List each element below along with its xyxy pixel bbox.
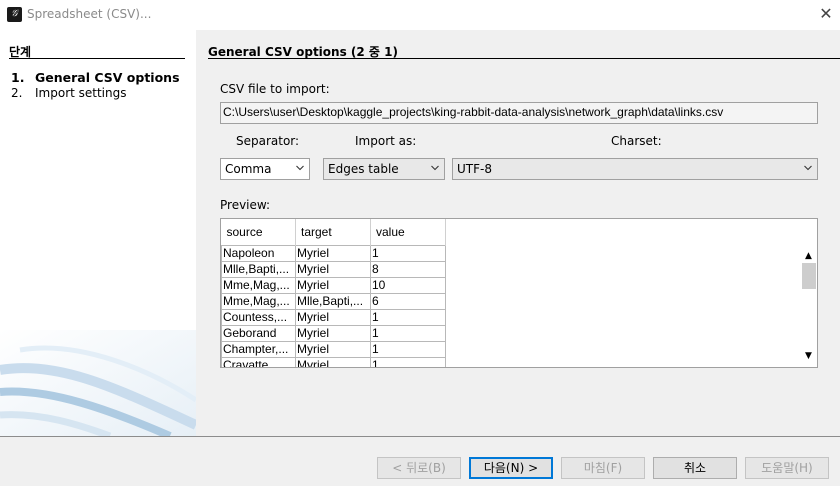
table-row: Mme,Mag,... Myriel 10	[221, 276, 446, 294]
table-cell: Countess,...	[221, 308, 296, 326]
table-row: Mlle,Bapti,... Myriel 8	[221, 260, 446, 278]
table-cell: Myriel	[295, 308, 371, 326]
table-cell: Myriel	[295, 244, 371, 262]
charset-label: Charset:	[611, 134, 662, 148]
scroll-up-arrow-icon[interactable]: ▲	[805, 251, 812, 261]
table-cell: Champter,...	[221, 340, 296, 358]
button-bar: < 뒤로(B) 다음(N) > 마침(F) 취소 도움말(H)	[0, 436, 840, 486]
panel-divider	[208, 58, 840, 59]
chevron-down-icon	[296, 165, 304, 171]
scrollbar-thumb[interactable]	[802, 263, 816, 289]
table-cell: 1	[370, 324, 446, 342]
table-cell: Napoleon	[221, 244, 296, 262]
step-number: 1.	[11, 70, 25, 85]
table-row: Mme,Mag,... Mlle,Bapti,... 6	[221, 292, 446, 310]
separator-value: Comma	[225, 162, 272, 176]
separator-select[interactable]: Comma	[220, 158, 310, 180]
column-header-target[interactable]: target	[295, 219, 371, 245]
table-row: Napoleon Myriel 1	[221, 244, 446, 262]
table-row: Cravatte Myriel 1	[221, 356, 446, 367]
step-label: General CSV options	[35, 70, 180, 85]
separator-label: Separator:	[236, 134, 300, 148]
table-header-row: source target value	[221, 219, 446, 245]
app-icon: 𝒢	[7, 7, 22, 22]
preview-label: Preview:	[220, 198, 271, 212]
step-item-general: 1. General CSV options	[11, 70, 180, 85]
step-number: 2.	[11, 86, 23, 100]
table-cell: Geborand	[221, 324, 296, 342]
close-icon[interactable]: ✕	[818, 5, 834, 23]
table-cell: 1	[370, 244, 446, 262]
table-row: Geborand Myriel 1	[221, 324, 446, 342]
table-cell: Myriel	[295, 276, 371, 294]
table-cell: Mme,Mag,...	[221, 292, 296, 310]
table-cell: Myriel	[295, 356, 371, 367]
options-panel: General CSV options (2 중 1) CSV file to …	[196, 30, 840, 436]
table-cell: Mlle,Bapti,...	[295, 292, 371, 310]
table-row: Champter,... Myriel 1	[221, 340, 446, 358]
table-cell: 6	[370, 292, 446, 310]
table-cell: 1	[370, 340, 446, 358]
table-cell: Myriel	[295, 260, 371, 278]
chevron-down-icon	[431, 165, 439, 171]
table-row: Countess,... Myriel 1	[221, 308, 446, 326]
vertical-scrollbar[interactable]: ▲ ▼	[801, 245, 817, 367]
column-header-value[interactable]: value	[370, 219, 446, 245]
import-as-select[interactable]: Edges table	[323, 158, 445, 180]
import-as-label: Import as:	[355, 134, 417, 148]
help-button[interactable]: 도움말(H)	[745, 457, 829, 479]
charset-value: UTF-8	[457, 162, 492, 176]
charset-select[interactable]: UTF-8	[452, 158, 818, 180]
table-cell: Cravatte	[221, 356, 296, 367]
preview-table: source target value Napoleon Myriel 1 Ml…	[221, 219, 446, 367]
title-bar: 𝒢 Spreadsheet (CSV)... ✕	[0, 0, 840, 30]
window-title: Spreadsheet (CSV)...	[27, 7, 152, 21]
table-cell: Myriel	[295, 340, 371, 358]
cancel-button[interactable]: 취소	[653, 457, 737, 479]
table-cell: 1	[370, 356, 446, 367]
table-cell: Mme,Mag,...	[221, 276, 296, 294]
table-cell: Mlle,Bapti,...	[221, 260, 296, 278]
steps-divider	[9, 58, 185, 59]
steps-panel: 단계 1. General CSV options 2. Import settin…	[0, 30, 196, 436]
file-path-field[interactable]: C:\Users\user\Desktop\kaggle_projects\ki…	[220, 102, 818, 124]
table-cell: 8	[370, 260, 446, 278]
finish-button[interactable]: 마침(F)	[561, 457, 645, 479]
step-item-import-settings: 2. Import settings	[11, 86, 127, 100]
next-button[interactable]: 다음(N) >	[469, 457, 553, 479]
table-cell: 10	[370, 276, 446, 294]
column-header-source[interactable]: source	[221, 219, 296, 245]
table-cell: 1	[370, 308, 446, 326]
import-as-value: Edges table	[328, 162, 399, 176]
step-label: Import settings	[35, 86, 127, 100]
chevron-down-icon	[804, 165, 812, 171]
back-button[interactable]: < 뒤로(B)	[377, 457, 461, 479]
decorative-swoosh-image	[0, 330, 196, 436]
table-cell: Myriel	[295, 324, 371, 342]
file-label: CSV file to import:	[220, 82, 330, 96]
preview-table-container[interactable]: source target value Napoleon Myriel 1 Ml…	[220, 218, 818, 368]
scroll-down-arrow-icon[interactable]: ▼	[805, 351, 812, 361]
